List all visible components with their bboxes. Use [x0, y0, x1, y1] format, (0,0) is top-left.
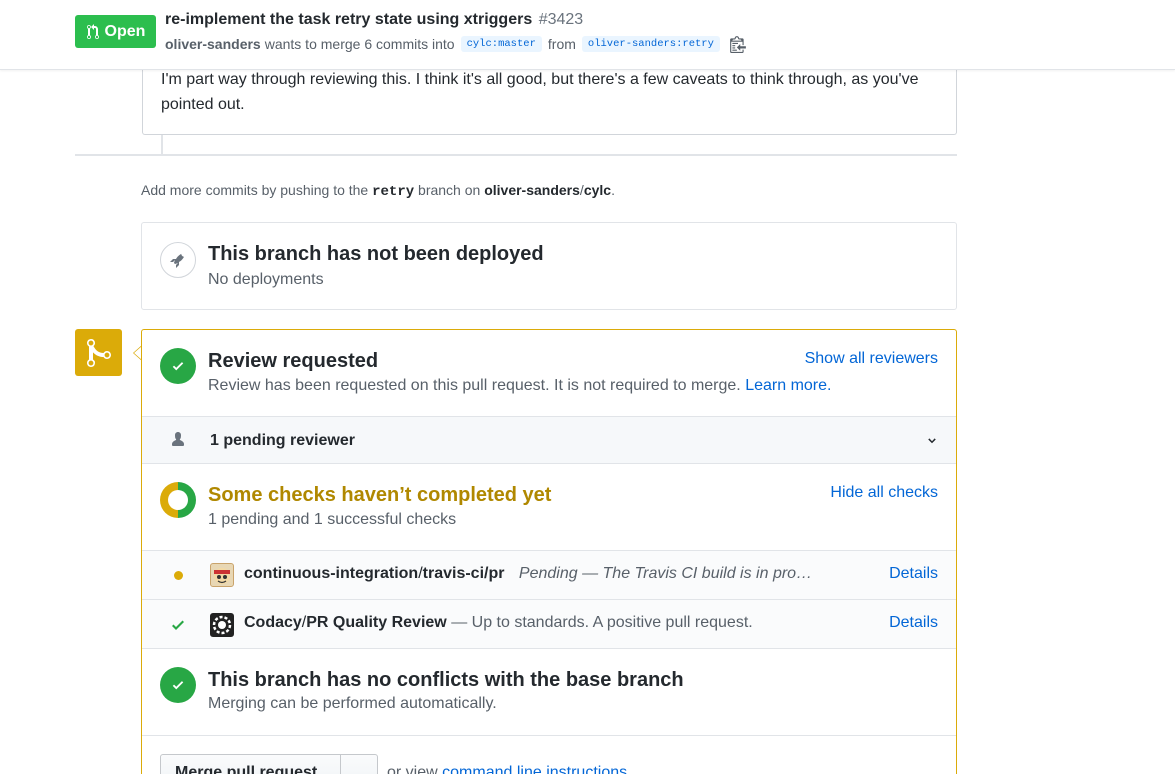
- person-icon: [172, 432, 184, 446]
- check-icon: [172, 620, 184, 630]
- push-hint-branch: retry: [372, 184, 415, 200]
- review-requested-title: Review requested: [208, 350, 379, 372]
- timeline-divider: [75, 154, 957, 156]
- deployment-box: This branch has not been deployed No dep…: [141, 222, 957, 310]
- review-comment-text: I'm part way through reviewing this. I t…: [161, 71, 919, 113]
- git-pull-request-icon: [86, 23, 99, 39]
- cli-instructions-hint: or view command line instructions.: [387, 764, 632, 774]
- learn-more-link[interactable]: Learn more.: [745, 377, 831, 394]
- push-hint-middle: branch on: [418, 182, 481, 198]
- merge-options-dropdown[interactable]: [340, 754, 378, 774]
- checks-progress-icon: [160, 482, 196, 518]
- pr-meta: oliver-sanders wants to merge 6 commits …: [165, 35, 746, 53]
- no-conflicts-title: This branch has no conflicts with the ba…: [208, 669, 684, 691]
- push-commits-hint: Add more commits by pushing to the retry…: [141, 182, 615, 200]
- pending-reviewer-label: 1 pending reviewer: [210, 432, 355, 449]
- hide-all-checks-link[interactable]: Hide all checks: [830, 484, 938, 502]
- check-travis-name: travis-ci/pr: [422, 565, 505, 582]
- show-all-reviewers-link[interactable]: Show all reviewers: [805, 350, 938, 368]
- pr-title-text: re-implement the task retry state using …: [165, 11, 533, 28]
- checks-title: Some checks haven’t completed yet: [208, 484, 552, 506]
- push-hint-suffix: .: [611, 182, 615, 198]
- rocket-icon: [160, 242, 196, 278]
- cli-instructions-link[interactable]: command line instructions: [442, 764, 627, 774]
- check-codacy-label: Codacy/PR Quality Review — Up to standar…: [244, 614, 753, 632]
- pr-sticky-header: Open re-implement the task retry state u…: [0, 0, 1175, 70]
- push-hint-repo-link[interactable]: cylc: [584, 182, 611, 198]
- push-hint-owner-link[interactable]: oliver-sanders: [484, 182, 580, 198]
- codacy-avatar: [210, 613, 234, 637]
- check-circle-icon: [160, 348, 196, 384]
- check-codacy-context: Codacy: [244, 614, 302, 631]
- check-codacy-name: PR Quality Review: [306, 614, 447, 631]
- pr-from-text: from: [547, 36, 576, 52]
- checks-subtitle: 1 pending and 1 successful checks: [208, 511, 457, 528]
- pr-title: re-implement the task retry state using …: [165, 11, 583, 29]
- check-travis-context: continuous-integration: [244, 565, 419, 582]
- check-item-travis: continuous-integration/travis-ci/pr Pend…: [142, 551, 956, 600]
- pending-reviewer-row[interactable]: 1 pending reviewer: [142, 417, 956, 464]
- cli-prefix: or view: [387, 764, 438, 774]
- check-travis-label: continuous-integration/travis-ci/pr Pend…: [244, 565, 812, 583]
- check-travis-details-link[interactable]: Details: [889, 565, 938, 583]
- merge-pull-request-button[interactable]: Merge pull request: [160, 754, 341, 774]
- no-conflicts-subtitle: Merging can be performed automatically.: [208, 695, 497, 712]
- check-travis-description: Pending — The Travis CI build is in pro…: [518, 565, 813, 582]
- check-circle-icon: [160, 667, 196, 703]
- clipboard-icon[interactable]: [730, 35, 746, 53]
- chevron-down-icon[interactable]: [926, 435, 938, 447]
- deploy-subtitle: No deployments: [208, 271, 324, 288]
- review-requested-subtitle: Review has been requested on this pull r…: [208, 377, 831, 395]
- no-conflicts-section: This branch has no conflicts with the ba…: [142, 649, 956, 736]
- base-branch-ref[interactable]: cylc:master: [460, 36, 542, 52]
- pr-merge-text: wants to merge 6 commits into: [264, 36, 455, 52]
- pr-number: #3423: [538, 11, 584, 28]
- git-merge-icon: [75, 329, 122, 376]
- push-hint-prefix: Add more commits by pushing to the: [141, 182, 369, 198]
- review-requested-section: Review requested Review has been request…: [142, 330, 956, 417]
- timeline-line: [161, 135, 163, 155]
- check-codacy-details-link[interactable]: Details: [889, 614, 938, 632]
- pending-dot-icon: [174, 571, 183, 580]
- deploy-title: This branch has not been deployed: [208, 243, 544, 265]
- check-codacy-description: — Up to standards. A positive pull reque…: [451, 614, 753, 631]
- head-branch-ref[interactable]: oliver-sanders:retry: [581, 36, 720, 52]
- check-item-codacy: Codacy/PR Quality Review — Up to standar…: [142, 600, 956, 649]
- pr-state-label: Open: [104, 22, 146, 40]
- pr-author-link[interactable]: oliver-sanders: [165, 36, 261, 52]
- merge-status-box: Review requested Review has been request…: [141, 329, 957, 774]
- pr-state-badge: Open: [75, 15, 156, 48]
- cli-suffix: .: [627, 764, 632, 774]
- travis-ci-avatar: [210, 563, 234, 587]
- review-requested-text: Review has been requested on this pull r…: [208, 377, 741, 394]
- checks-section: Some checks haven’t completed yet 1 pend…: [142, 464, 956, 551]
